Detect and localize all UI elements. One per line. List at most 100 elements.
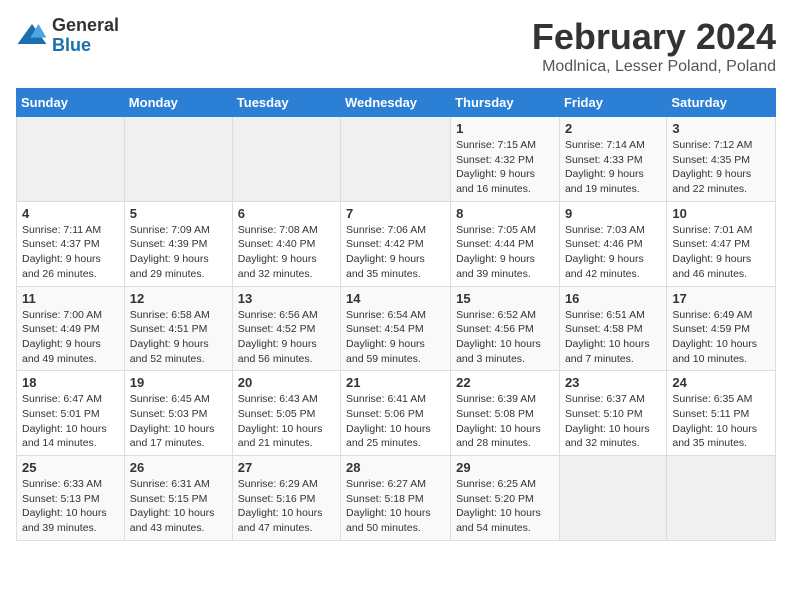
calendar-week-row: 1Sunrise: 7:15 AMSunset: 4:32 PMDaylight… <box>17 117 776 202</box>
calendar-cell: 2 Sunrise: 7:14 AMSunset: 4:33 PMDaylight… <box>559 117 666 202</box>
day-number: 16 <box>565 291 661 306</box>
calendar-cell: 15 Sunrise: 6:52 AMSunset: 4:56 PMDayligh… <box>451 286 560 371</box>
calendar-table: SundayMondayTuesdayWednesdayThursdayFrid… <box>16 88 776 541</box>
calendar-cell: 12 Sunrise: 6:58 AMSunset: 4:51 PMDayligh… <box>124 286 232 371</box>
day-info: Sunrise: 7:03 AMSunset: 4:46 PMDaylight:… <box>565 223 661 282</box>
header-monday: Monday <box>124 89 232 117</box>
main-title: February 2024 <box>532 16 776 58</box>
day-info: Sunrise: 6:29 AMSunset: 5:16 PMDaylight:… <box>238 477 335 536</box>
calendar-cell: 23Sunrise: 6:37 AMSunset: 5:10 PMDayligh… <box>559 371 666 456</box>
day-number: 20 <box>238 375 335 390</box>
calendar-week-row: 4Sunrise: 7:11 AMSunset: 4:37 PMDaylight… <box>17 201 776 286</box>
day-number: 25 <box>22 460 119 475</box>
day-number: 24 <box>672 375 770 390</box>
day-info: Sunrise: 7:00 AMSunset: 4:49 PMDaylight:… <box>22 308 119 367</box>
day-number: 9 <box>565 206 661 221</box>
calendar-header-row: SundayMondayTuesdayWednesdayThursdayFrid… <box>17 89 776 117</box>
day-info: Sunrise: 6:33 AMSunset: 5:13 PMDaylight:… <box>22 477 119 536</box>
day-info: Sunrise: 6:56 AMSunset: 4:52 PMDaylight:… <box>238 308 335 367</box>
logo-icon <box>16 20 48 52</box>
calendar-cell: 10 Sunrise: 7:01 AMSunset: 4:47 PMDayligh… <box>667 201 776 286</box>
calendar-cell: 1Sunrise: 7:15 AMSunset: 4:32 PMDaylight… <box>451 117 560 202</box>
day-info: Sunrise: 6:41 AMSunset: 5:06 PMDaylight:… <box>346 392 445 451</box>
day-info: Sunrise: 6:43 AMSunset: 5:05 PMDaylight:… <box>238 392 335 451</box>
calendar-cell <box>232 117 340 202</box>
calendar-cell: 8 Sunrise: 7:05 AMSunset: 4:44 PMDaylight… <box>451 201 560 286</box>
calendar-cell: 24 Sunrise: 6:35 AMSunset: 5:11 PMDayligh… <box>667 371 776 456</box>
day-number: 15 <box>456 291 554 306</box>
header-tuesday: Tuesday <box>232 89 340 117</box>
day-number: 18 <box>22 375 119 390</box>
day-info: Sunrise: 6:54 AMSunset: 4:54 PMDaylight:… <box>346 308 445 367</box>
day-info: Sunrise: 6:35 AMSunset: 5:11 PMDaylight:… <box>672 392 770 451</box>
calendar-cell: 11 Sunrise: 7:00 AMSunset: 4:49 PMDayligh… <box>17 286 125 371</box>
calendar-cell <box>124 117 232 202</box>
header-sunday: Sunday <box>17 89 125 117</box>
calendar-cell: 26Sunrise: 6:31 AMSunset: 5:15 PMDayligh… <box>124 456 232 541</box>
day-info: Sunrise: 6:39 AMSunset: 5:08 PMDaylight:… <box>456 392 554 451</box>
day-number: 1 <box>456 121 554 136</box>
subtitle: Modlnica, Lesser Poland, Poland <box>532 58 776 76</box>
day-number: 7 <box>346 206 445 221</box>
calendar-cell: 3 Sunrise: 7:12 AMSunset: 4:35 PMDaylight… <box>667 117 776 202</box>
calendar-cell <box>341 117 451 202</box>
day-number: 17 <box>672 291 770 306</box>
day-info: Sunrise: 7:01 AMSunset: 4:47 PMDaylight:… <box>672 223 770 282</box>
day-info: Sunrise: 6:25 AMSunset: 5:20 PMDaylight:… <box>456 477 554 536</box>
calendar-cell: 27Sunrise: 6:29 AMSunset: 5:16 PMDayligh… <box>232 456 340 541</box>
day-info: Sunrise: 7:05 AMSunset: 4:44 PMDaylight:… <box>456 223 554 282</box>
day-number: 10 <box>672 206 770 221</box>
day-number: 22 <box>456 375 554 390</box>
calendar-cell: 29 Sunrise: 6:25 AMSunset: 5:20 PMDayligh… <box>451 456 560 541</box>
day-info: Sunrise: 6:52 AMSunset: 4:56 PMDaylight:… <box>456 308 554 367</box>
calendar-cell <box>667 456 776 541</box>
day-info: Sunrise: 7:12 AMSunset: 4:35 PMDaylight:… <box>672 138 770 197</box>
calendar-week-row: 18 Sunrise: 6:47 AMSunset: 5:01 PMDayligh… <box>17 371 776 456</box>
calendar-cell: 5Sunrise: 7:09 AMSunset: 4:39 PMDaylight… <box>124 201 232 286</box>
header-thursday: Thursday <box>451 89 560 117</box>
day-info: Sunrise: 6:58 AMSunset: 4:51 PMDaylight:… <box>130 308 227 367</box>
day-number: 11 <box>22 291 119 306</box>
calendar-cell: 22 Sunrise: 6:39 AMSunset: 5:08 PMDayligh… <box>451 371 560 456</box>
day-info: Sunrise: 7:08 AMSunset: 4:40 PMDaylight:… <box>238 223 335 282</box>
header-friday: Friday <box>559 89 666 117</box>
day-info: Sunrise: 6:45 AMSunset: 5:03 PMDaylight:… <box>130 392 227 451</box>
day-info: Sunrise: 6:51 AMSunset: 4:58 PMDaylight:… <box>565 308 661 367</box>
calendar-week-row: 11 Sunrise: 7:00 AMSunset: 4:49 PMDayligh… <box>17 286 776 371</box>
calendar-cell: 19 Sunrise: 6:45 AMSunset: 5:03 PMDayligh… <box>124 371 232 456</box>
day-number: 2 <box>565 121 661 136</box>
calendar-cell: 28 Sunrise: 6:27 AMSunset: 5:18 PMDayligh… <box>341 456 451 541</box>
calendar-cell <box>559 456 666 541</box>
day-number: 23 <box>565 375 661 390</box>
logo-text: General Blue <box>52 16 119 56</box>
calendar-cell: 18 Sunrise: 6:47 AMSunset: 5:01 PMDayligh… <box>17 371 125 456</box>
day-info: Sunrise: 7:09 AMSunset: 4:39 PMDaylight:… <box>130 223 227 282</box>
calendar-cell: 17 Sunrise: 6:49 AMSunset: 4:59 PMDayligh… <box>667 286 776 371</box>
calendar-cell <box>17 117 125 202</box>
day-info: Sunrise: 7:14 AMSunset: 4:33 PMDaylight:… <box>565 138 661 197</box>
calendar-cell: 16 Sunrise: 6:51 AMSunset: 4:58 PMDayligh… <box>559 286 666 371</box>
calendar-cell: 25 Sunrise: 6:33 AMSunset: 5:13 PMDayligh… <box>17 456 125 541</box>
day-number: 29 <box>456 460 554 475</box>
calendar-cell: 20 Sunrise: 6:43 AMSunset: 5:05 PMDayligh… <box>232 371 340 456</box>
day-number: 3 <box>672 121 770 136</box>
title-section: February 2024 Modlnica, Lesser Poland, P… <box>532 16 776 76</box>
calendar-cell: 9 Sunrise: 7:03 AMSunset: 4:46 PMDaylight… <box>559 201 666 286</box>
day-number: 12 <box>130 291 227 306</box>
calendar-week-row: 25 Sunrise: 6:33 AMSunset: 5:13 PMDayligh… <box>17 456 776 541</box>
day-info: Sunrise: 6:47 AMSunset: 5:01 PMDaylight:… <box>22 392 119 451</box>
day-number: 8 <box>456 206 554 221</box>
calendar-cell: 14Sunrise: 6:54 AMSunset: 4:54 PMDayligh… <box>341 286 451 371</box>
day-info: Sunrise: 6:49 AMSunset: 4:59 PMDaylight:… <box>672 308 770 367</box>
day-info: Sunrise: 6:27 AMSunset: 5:18 PMDaylight:… <box>346 477 445 536</box>
calendar-cell: 6 Sunrise: 7:08 AMSunset: 4:40 PMDaylight… <box>232 201 340 286</box>
day-number: 6 <box>238 206 335 221</box>
calendar-cell: 21Sunrise: 6:41 AMSunset: 5:06 PMDayligh… <box>341 371 451 456</box>
day-number: 13 <box>238 291 335 306</box>
calendar-cell: 4Sunrise: 7:11 AMSunset: 4:37 PMDaylight… <box>17 201 125 286</box>
day-number: 28 <box>346 460 445 475</box>
day-number: 4 <box>22 206 119 221</box>
logo: General Blue <box>16 16 119 56</box>
header-saturday: Saturday <box>667 89 776 117</box>
day-number: 19 <box>130 375 227 390</box>
